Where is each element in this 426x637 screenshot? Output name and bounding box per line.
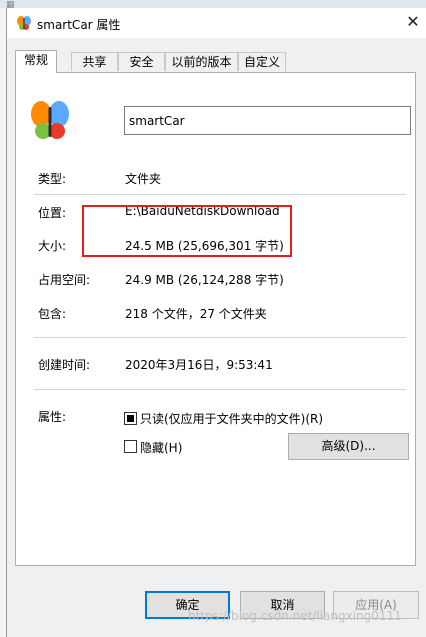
size-on-disk-value: 24.9 MB (26,124,288 字节) [125,273,284,287]
divider [34,389,406,390]
location-label: 位置: [38,206,67,220]
properties-dialog: smartCar 属性 ✕ 常规 共享 安全 以前的版本 自定义 类型: 文件夹… [6,8,426,637]
contains-value: 218 个文件，27 个文件夹 [125,307,267,321]
readonly-checkbox-label[interactable]: 只读(仅应用于文件夹中的文件)(R) [140,410,323,427]
title-bar: smartCar 属性 ✕ [7,8,426,38]
background-window-strip: ▦ [0,0,426,10]
contains-label: 包含: [38,307,67,321]
watermark: https://blog.csdn.net/liangxing0111 [188,609,402,623]
msn-butterfly-icon [17,16,31,30]
hidden-checkbox[interactable] [124,440,137,453]
folder-name-input[interactable] [124,106,411,135]
msn-butterfly-icon [31,101,69,139]
tab-security[interactable]: 安全 [118,52,165,71]
size-label: 大小: [38,239,67,253]
tab-previous-versions[interactable]: 以前的版本 [165,52,238,71]
type-label: 类型: [38,172,67,186]
window-title: smartCar 属性 [37,18,121,32]
readonly-checkbox[interactable] [124,412,137,425]
advanced-button[interactable]: 高级(D)... [288,433,409,460]
type-value: 文件夹 [125,172,162,186]
attributes-label: 属性: [38,410,67,424]
highlight-box [82,205,292,257]
tab-general[interactable]: 常规 [15,50,57,73]
tab-sharing[interactable]: 共享 [71,52,118,71]
divider [34,194,406,195]
general-panel: 类型: 文件夹 位置: E:\BaiduNetdiskDownload 大小: … [15,72,416,566]
size-on-disk-label: 占用空间: [38,273,91,287]
close-icon[interactable]: ✕ [403,12,423,31]
divider [34,337,406,338]
created-value: 2020年3月16日，9:53:41 [125,358,273,372]
hidden-checkbox-label[interactable]: 隐藏(H) [140,439,182,456]
created-label: 创建时间: [38,358,91,372]
tab-customize[interactable]: 自定义 [238,52,286,71]
